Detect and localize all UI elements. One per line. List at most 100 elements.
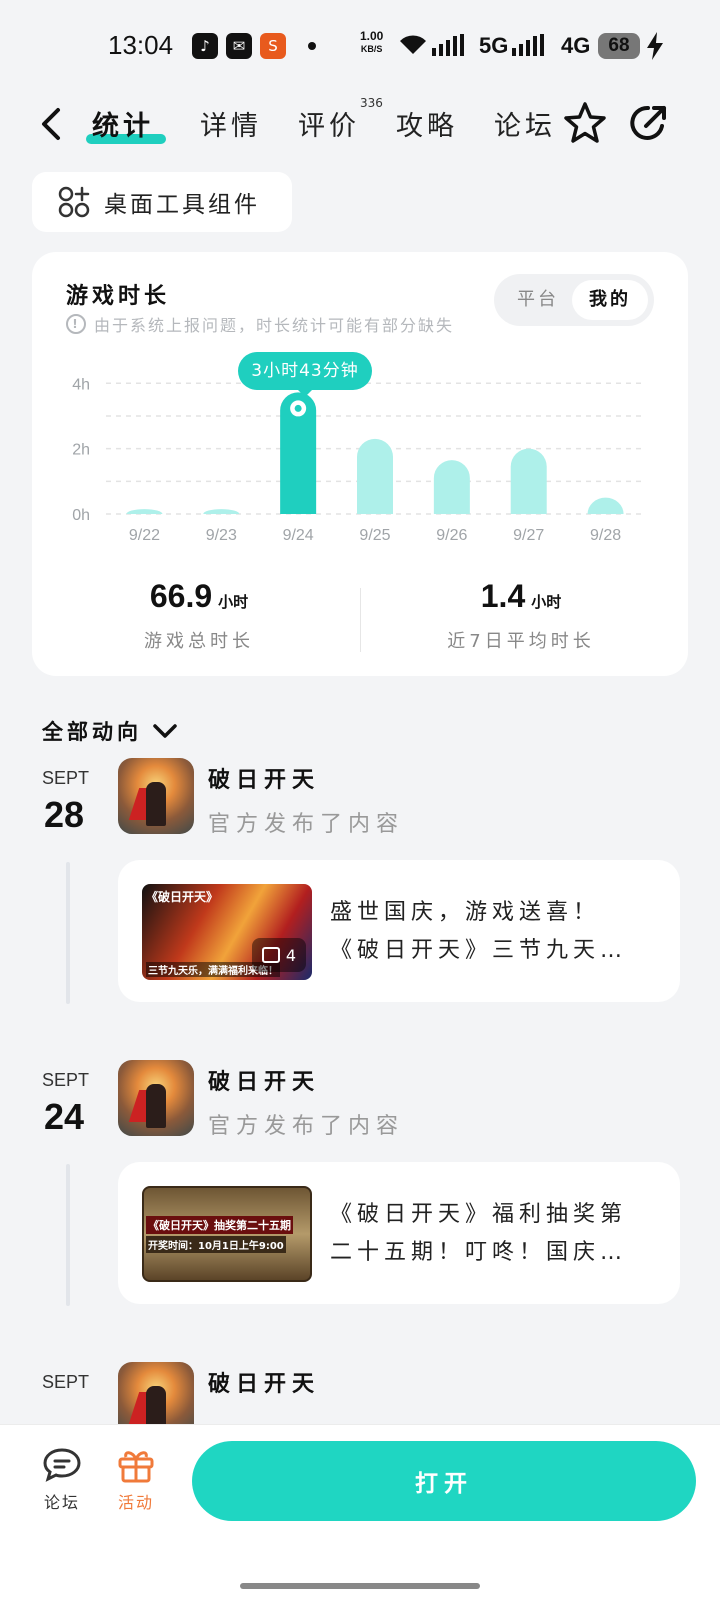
timeline-line (66, 862, 70, 1004)
thumbnail-title: 《破日开天》抽奖第二十五期 (146, 1216, 293, 1234)
feed-day: 24 (44, 1096, 85, 1137)
play-time-note: ! 由于系统上报问题，时长统计可能有部分缺失 (66, 312, 454, 336)
post-card[interactable]: 《破日开天》抽奖第二十五期 开奖时间：10月1日上午9:00 《破日开天》福利抽… (118, 1162, 680, 1304)
x-tick-label: 9/26 (436, 527, 467, 544)
tab-guides[interactable]: 攻略 (396, 104, 458, 143)
reviews-count-badge: 336 (360, 96, 383, 110)
average-play-time-unit: 小时 (531, 593, 562, 611)
chart-bar (126, 509, 163, 514)
play-time-title: 游戏时长 (66, 284, 171, 309)
bar-highlight-marker-dot (294, 404, 302, 412)
status-bar: 13:04 ♪ ✉ S 1.00 KB/S 5G 4G 68 (0, 0, 720, 92)
timeline-line (66, 1164, 70, 1306)
widget-grid-icon (58, 186, 90, 218)
post-text: 《破日开天》福利抽奖第二十五期！叮咚！国庆… (330, 1202, 628, 1265)
forum-button[interactable]: 论坛 (32, 1447, 92, 1513)
mail-icon: ✉ (226, 33, 252, 59)
top-nav: 统计 详情 评价 336 攻略 论坛 (0, 92, 720, 156)
average-play-time: 1.4 小时 近7日平均时长 (360, 578, 682, 653)
image-icon (261, 947, 280, 963)
total-play-time-unit: 小时 (218, 593, 249, 611)
x-tick-label: 9/22 (129, 527, 160, 544)
gift-icon (118, 1451, 154, 1483)
play-time-note-text: 由于系统上报问题，时长统计可能有部分缺失 (94, 316, 455, 335)
y-tick-label: 4h (72, 376, 90, 393)
thumbnail-title: 《破日开天》 (146, 890, 219, 904)
home-indicator (240, 1583, 480, 1589)
thumbnail-caption: 开奖时间：10月1日上午9:00 (146, 1236, 286, 1253)
chart-bar (587, 497, 624, 514)
info-icon: ! (66, 314, 86, 334)
forum-label: 论坛 (43, 1493, 80, 1512)
feed-subtitle: 官方发布了内容 (208, 812, 405, 837)
charging-icon (647, 32, 663, 60)
x-tick-label: 9/27 (513, 527, 544, 544)
net-speed: 1.00 KB/S (360, 29, 384, 55)
game-name[interactable]: 破日开天 (208, 1064, 320, 1096)
x-tick-label: 9/23 (206, 527, 237, 544)
status-time: 13:04 (108, 30, 174, 60)
image-count: 4 (285, 945, 297, 965)
feed-month: SEPT (42, 768, 90, 788)
total-play-time-label: 游戏总时长 (144, 631, 254, 652)
x-tick-label: 9/28 (590, 527, 621, 544)
tab-stats[interactable]: 统计 (92, 104, 154, 143)
play-time-card: 游戏时长 ! 由于系统上报问题，时长统计可能有部分缺失 平台 我的 0h 2h 4h… (32, 252, 688, 676)
game-avatar[interactable] (118, 1060, 194, 1136)
network-4g: 4G (561, 33, 591, 58)
battery-indicator: 68 (598, 33, 640, 59)
events-button[interactable]: 活动 (106, 1447, 166, 1513)
tiktok-icon: ♪ (192, 33, 218, 59)
platform-mine-toggle: 平台 我的 (494, 274, 654, 326)
chart-bar (510, 448, 547, 514)
forum-chat-icon (43, 1448, 81, 1482)
post-card[interactable]: 《破日开天》 三节九天乐，满满福利来临！ 4 盛世国庆，游戏送喜！《破日开天》三… (118, 860, 680, 1002)
game-avatar[interactable] (118, 758, 194, 834)
bar-tooltip: 3小时43分钟 (238, 352, 372, 390)
average-play-time-value: 1.4 (480, 578, 526, 614)
feed-filter-dropdown[interactable]: 全部动向 (42, 716, 178, 746)
toggle-platform[interactable]: 平台 (500, 280, 576, 320)
game-name[interactable]: 破日开天 (208, 1366, 320, 1398)
tab-details[interactable]: 详情 (200, 104, 262, 143)
sina-icon: S (260, 33, 286, 59)
wifi-icon (400, 35, 426, 54)
back-icon[interactable] (36, 104, 68, 144)
feed-month: SEPT (42, 1372, 90, 1392)
post-thumbnail: 《破日开天》抽奖第二十五期 开奖时间：10月1日上午9:00 (142, 1186, 312, 1282)
network-5g: 5G (479, 33, 509, 58)
tab-reviews[interactable]: 评价 (298, 104, 360, 143)
total-play-time: 66.9 小时 游戏总时长 (38, 578, 360, 653)
average-play-time-label: 近7日平均时长 (447, 631, 595, 652)
signal-icon (432, 34, 464, 56)
feed-filter-label: 全部动向 (42, 720, 142, 744)
x-tick-label: 9/24 (283, 527, 314, 544)
desktop-widget-label: 桌面工具组件 (104, 192, 260, 218)
chart-bar (203, 509, 240, 514)
feed-month: SEPT (42, 1070, 90, 1090)
bottom-bar: 论坛 活动 打开 (0, 1424, 720, 1600)
tab-forum[interactable]: 论坛 (494, 104, 556, 143)
share-icon[interactable] (626, 100, 672, 146)
y-tick-label: 0h (72, 507, 90, 524)
x-tick-label: 9/25 (359, 527, 390, 544)
notification-dot-icon (308, 42, 316, 50)
feed-day: 28 (44, 794, 85, 835)
events-label: 活动 (117, 1493, 154, 1512)
y-tick-label: 2h (72, 442, 90, 459)
feed-subtitle: 官方发布了内容 (208, 1114, 405, 1139)
chart-bar (433, 460, 470, 514)
signal-icon (512, 34, 544, 56)
image-count-badge: 4 (252, 938, 306, 972)
star-icon[interactable] (562, 100, 608, 146)
total-play-time-value: 66.9 (149, 578, 213, 614)
toggle-mine[interactable]: 我的 (572, 280, 648, 320)
post-thumbnail: 《破日开天》 三节九天乐，满满福利来临！ 4 (142, 884, 312, 980)
chart-bar (357, 438, 393, 514)
open-game-button[interactable]: 打开 (192, 1441, 696, 1521)
desktop-widget-button[interactable]: 桌面工具组件 (32, 172, 292, 232)
game-name[interactable]: 破日开天 (208, 762, 320, 794)
post-text: 盛世国庆，游戏送喜！《破日开天》三节九天… (330, 900, 628, 963)
chevron-down-icon (153, 724, 177, 738)
bar-tooltip-arrow (296, 388, 314, 397)
